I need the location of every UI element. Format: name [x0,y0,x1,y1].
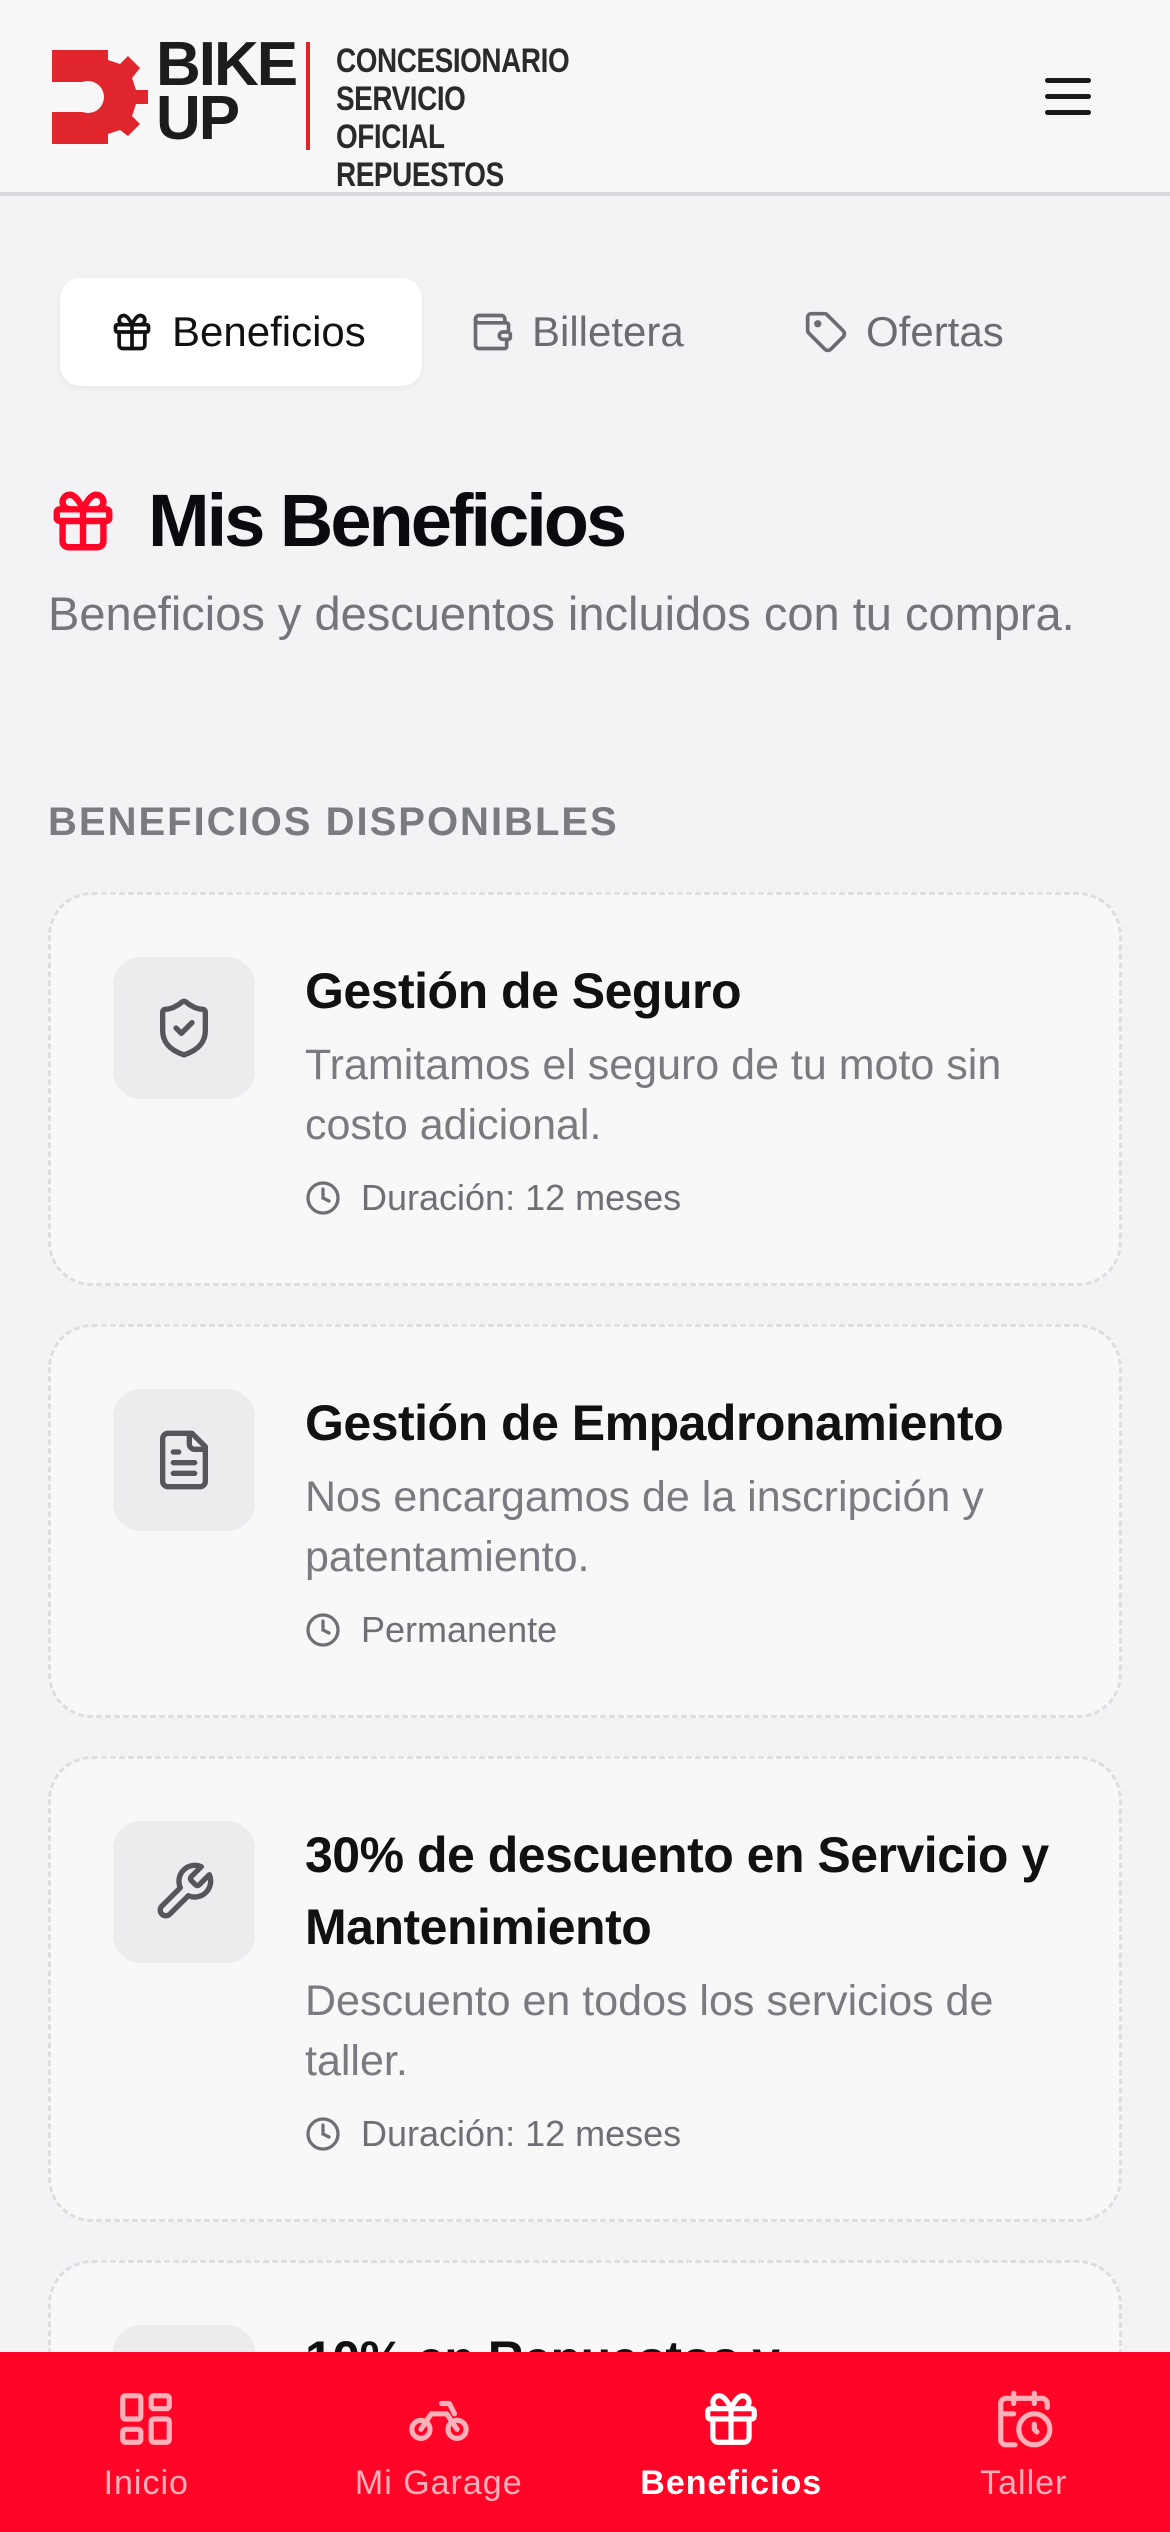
benefit-title: 30% de descuento en Servicio y Mantenimi… [305,1827,1049,1955]
clock-icon [306,1181,340,1215]
tab-billetera[interactable]: Billetera [432,278,752,386]
bottom-navigation: Inicio Mi Garage Beneficios Taller [0,2352,1170,2532]
hamburger-menu-icon[interactable] [1036,68,1100,124]
nav-taller-label: Taller [980,2464,1068,2502]
benefit-icon-box [113,1821,255,1963]
nav-beneficios[interactable]: Beneficios [585,2352,878,2532]
benefit-duration: Permanente [305,1609,1085,1651]
calendar-clock-icon [997,2390,1053,2448]
logo-tagline: CONCESIONARIO SERVICIO OFICIAL REPUESTOS [336,42,570,194]
benefit-title: Gestión de Empadronamiento [305,1395,1004,1451]
benefit-card-empadronamiento[interactable]: Gestión de Empadronamiento Nos encargamo… [48,1324,1122,1718]
logo-word-up: UP [156,84,240,153]
nav-taller[interactable]: Taller [878,2352,1170,2532]
grid-icon [120,2393,173,2445]
tagline-line-3: REPUESTOS [336,156,504,194]
page-title-row: Mis Beneficios [48,478,627,563]
gift-icon [113,313,151,351]
tab-beneficios[interactable]: Beneficios [60,278,422,386]
logo-divider [306,42,310,150]
benefit-icon-box [113,1389,255,1531]
benefit-card-seguro[interactable]: Gestión de Seguro Tramitamos el seguro d… [48,892,1122,1286]
gear-logo-icon [52,50,148,144]
tag-icon [805,311,847,353]
benefit-duration-text: Duración: 12 meses [361,2113,682,2154]
app-header: BIKE UP CONCESIONARIO SERVICIO OFICIAL R… [0,0,1170,196]
nav-inicio-label: Inicio [103,2464,189,2502]
nav-mi-garage-label: Mi Garage [354,2464,523,2502]
benefit-content: Gestión de Empadronamiento Nos encargamo… [305,1387,1085,1651]
nav-beneficios-label: Beneficios [640,2464,823,2502]
tab-ofertas-label: Ofertas [866,308,1004,355]
gift-icon [53,491,113,550]
gift-icon [705,2393,758,2445]
benefit-icon-box [113,957,255,1099]
logo-wordmark: BIKE UP [156,34,298,153]
benefit-title: Gestión de Seguro [305,963,742,1019]
benefit-duration-text: Permanente [361,1609,558,1650]
tab-bar: Beneficios Billetera Ofertas [60,278,1120,388]
benefit-description: Tramitamos el seguro de tu moto sin cost… [305,1041,1002,1149]
tab-beneficios-label: Beneficios [172,308,366,355]
bikeup-logo[interactable]: BIKE UP CONCESIONARIO SERVICIO OFICIAL R… [48,34,570,194]
shield-check-icon [160,998,208,1058]
benefit-content: 30% de descuento en Servicio y Mantenimi… [305,1819,1085,2155]
tab-ofertas[interactable]: Ofertas [766,278,1086,386]
benefit-content: Gestión de Seguro Tramitamos el seguro d… [305,955,1085,1219]
benefit-card-servicio[interactable]: 30% de descuento en Servicio y Mantenimi… [48,1756,1122,2222]
page-title: Mis Beneficios [148,479,627,562]
tagline-line-2: SERVICIO OFICIAL [336,80,466,156]
tagline-line-1: CONCESIONARIO [336,42,570,80]
nav-inicio[interactable]: Inicio [0,2352,293,2532]
clock-icon [306,2117,340,2151]
page-subtitle: Beneficios y descuentos incluidos con tu… [48,587,1075,640]
document-icon [160,1430,208,1490]
benefit-duration-text: Duración: 12 meses [361,1177,682,1218]
benefit-duration: Duración: 12 meses [305,2113,1085,2155]
wallet-icon [473,313,513,351]
motorcycle-icon [409,2400,469,2441]
section-label: BENEFICIOS DISPONIBLES [48,800,619,844]
tab-billetera-label: Billetera [532,308,684,355]
benefit-description: Nos encargamos de la inscripción y paten… [305,1473,984,1581]
nav-mi-garage[interactable]: Mi Garage [293,2352,586,2532]
benefit-duration: Duración: 12 meses [305,1177,1085,1219]
clock-icon [306,1613,340,1647]
benefit-description: Descuento en todos los servicios de tall… [305,1977,994,2085]
wrench-icon [157,1862,214,1919]
